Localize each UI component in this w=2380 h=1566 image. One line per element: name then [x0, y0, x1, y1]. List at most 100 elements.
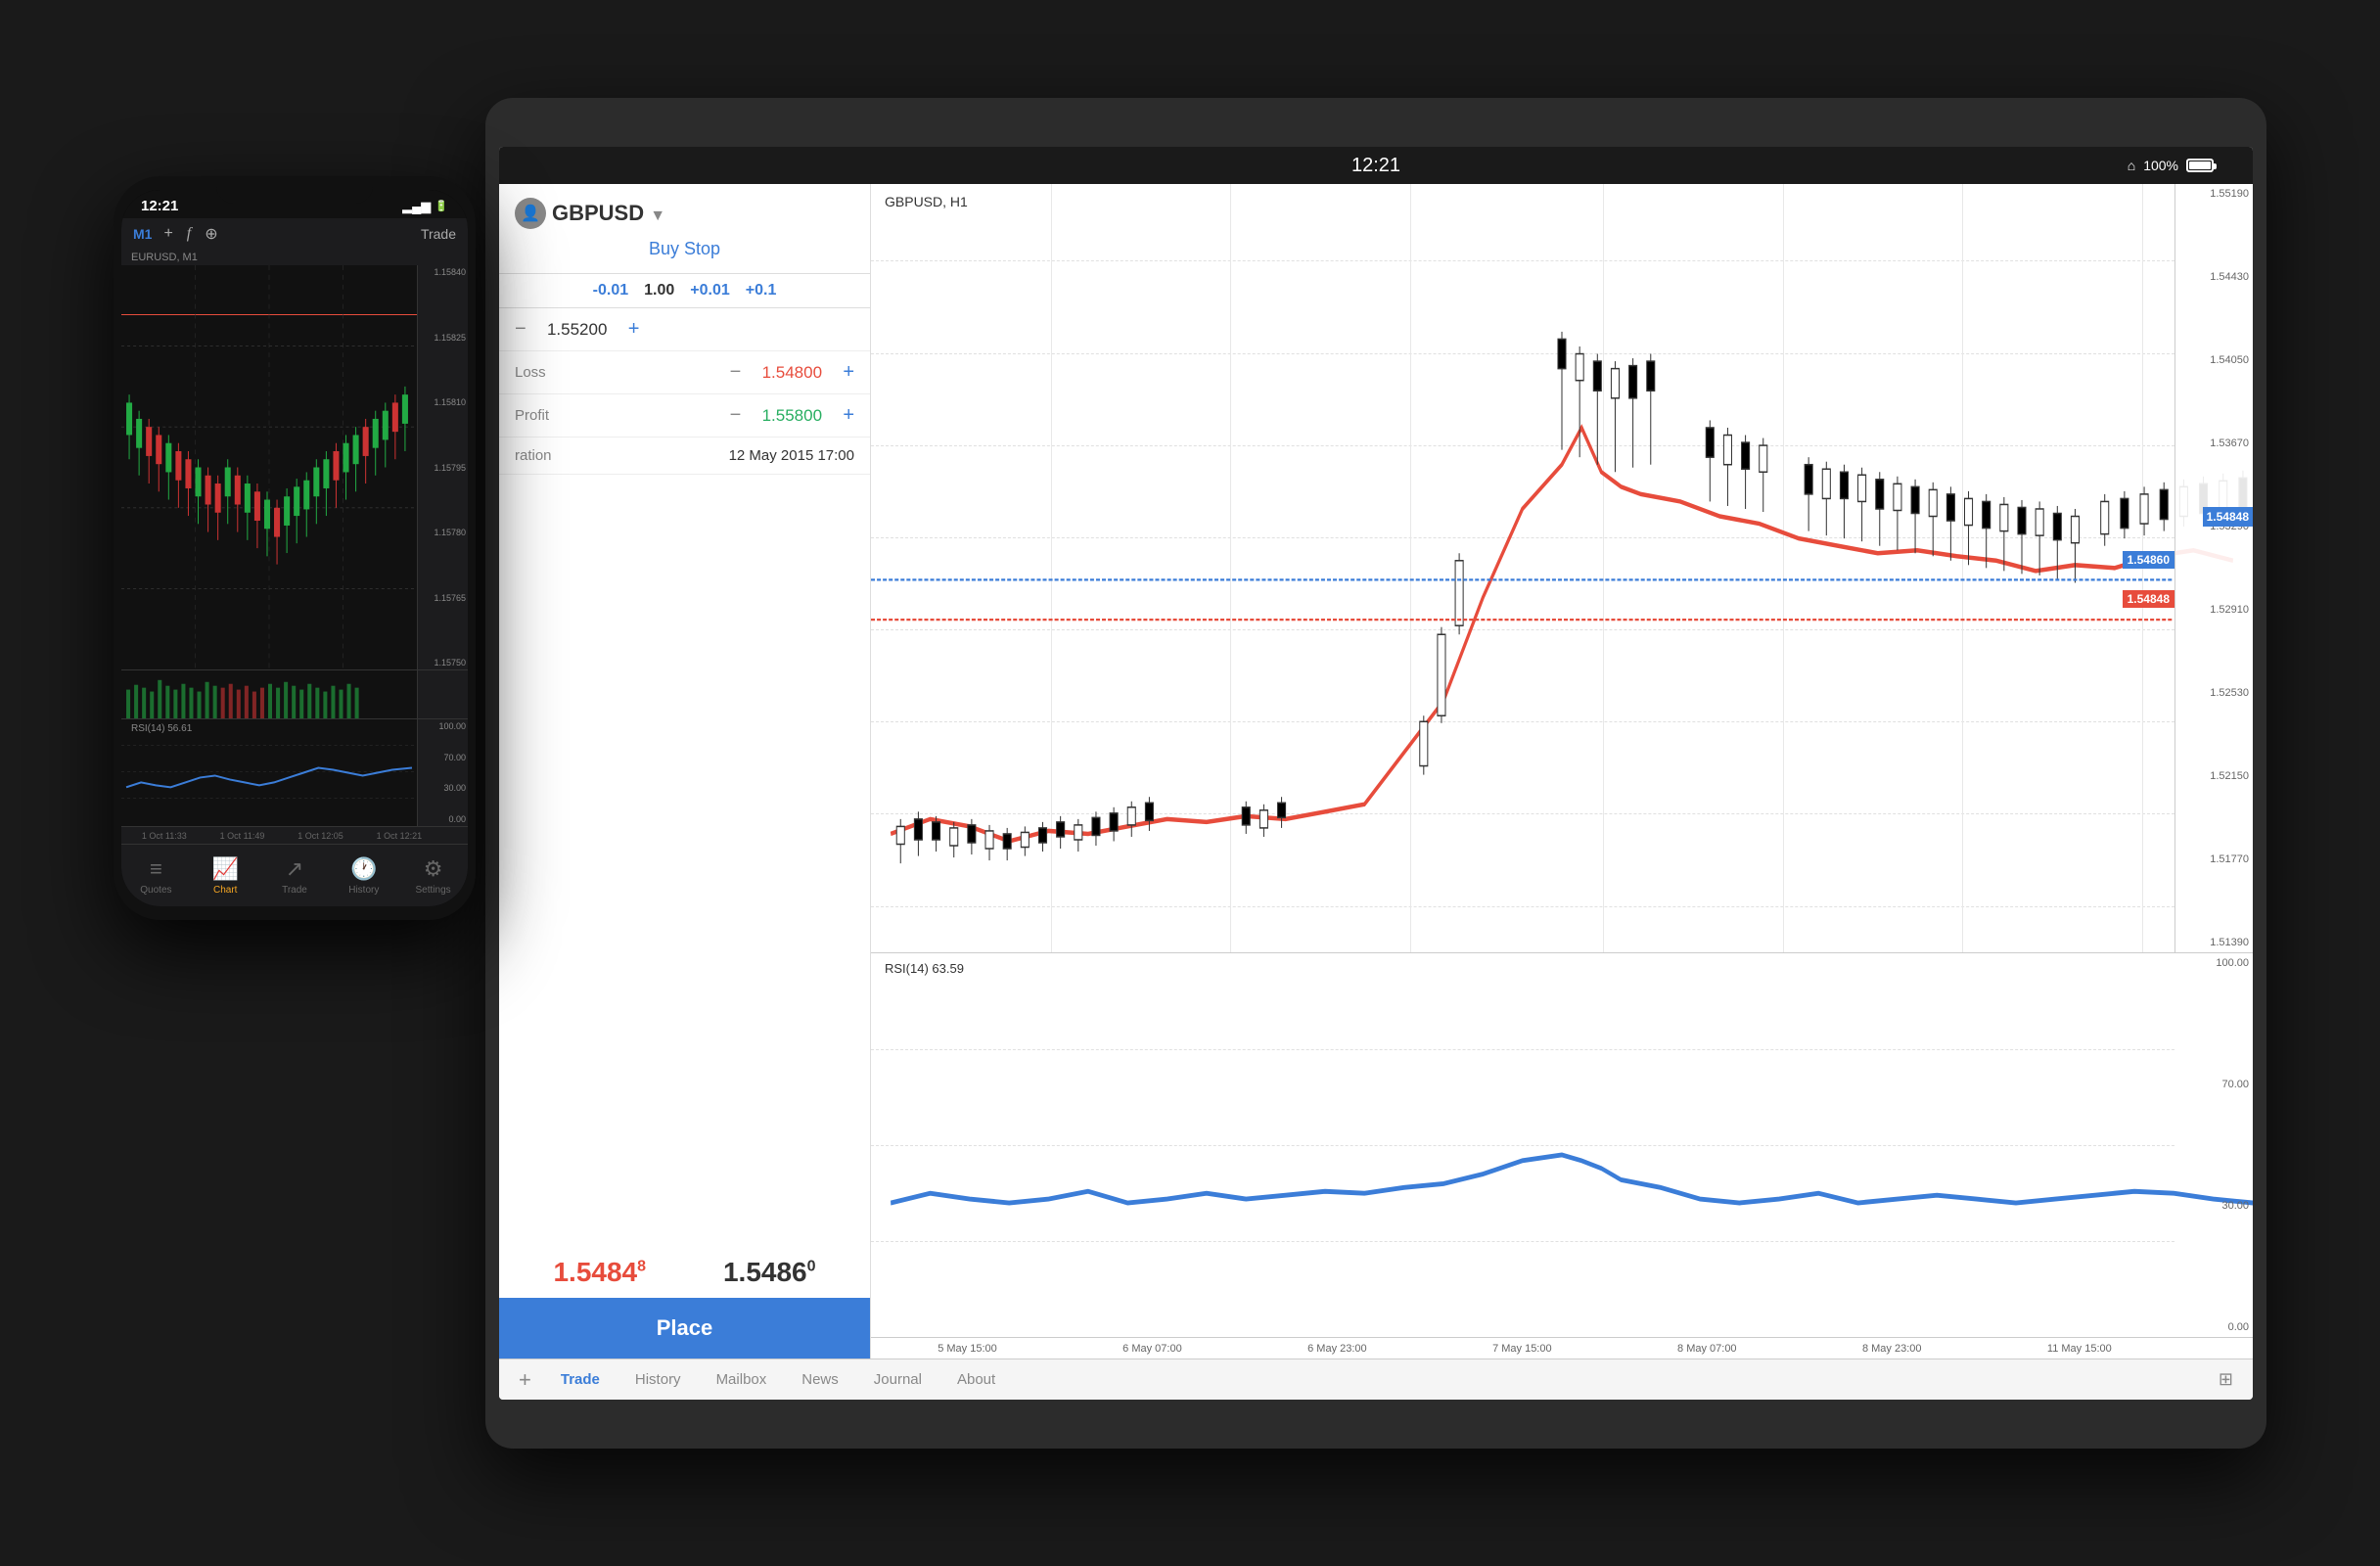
- chart-symbol-label: GBPUSD, H1: [885, 194, 968, 209]
- rsi-chart[interactable]: RSI(14) 63.59 100.00 70.00 30.00: [871, 953, 2253, 1337]
- time-tick-6: 8 May 23:00: [1862, 1343, 1922, 1355]
- candlestick-svg: [871, 184, 2253, 952]
- phone-volume-axis: [417, 670, 468, 718]
- candles-group: [896, 332, 2247, 863]
- tablet-bottom-tabs: + Trade History Mailbox News Journal Abo…: [499, 1359, 2253, 1400]
- tablet-layout-button[interactable]: ⊞: [2219, 1369, 2233, 1390]
- time-tick-1: 5 May 15:00: [938, 1343, 997, 1355]
- adj-minus-001[interactable]: -0.01: [593, 282, 628, 299]
- price-tick-8: 1.52150: [2179, 770, 2249, 782]
- order-row-expiry: ration 12 May 2015 17:00: [499, 438, 870, 475]
- phone-chart-svg: [121, 265, 417, 669]
- order-panel: 👤 GBPUSD ▼ Buy Stop -0.01 1.00 +0.01: [499, 184, 871, 1359]
- tablet-tab-journal[interactable]: Journal: [858, 1367, 938, 1392]
- phone-toolbar-icons: + f ⊕: [163, 224, 420, 244]
- history-icon: 🕐: [350, 856, 377, 882]
- battery-icon: [2186, 159, 2214, 172]
- phone-main-chart[interactable]: 1.15840 1.15825 1.15810 1.15795 1.15780 …: [121, 265, 468, 669]
- phone-tab-history-label: History: [348, 885, 379, 896]
- trade-icon: ↗: [286, 856, 303, 882]
- rsi-axis: 100.00 70.00 30.00 0.00: [2174, 953, 2253, 1337]
- main-chart[interactable]: GBPUSD, H1: [871, 184, 2253, 953]
- current-price-badge: 1.54848: [2203, 507, 2253, 527]
- battery-phone-icon: 🔋: [435, 200, 448, 212]
- phone-time-4: 1 Oct 12:21: [377, 831, 423, 841]
- order-row-profit: Profit − 1.55800 +: [499, 394, 870, 438]
- profit-label: Profit: [515, 407, 730, 424]
- rsi-70: 70.00: [420, 753, 466, 762]
- price-tick-6: 1.52910: [2179, 604, 2249, 616]
- time-tick-2: 6 May 07:00: [1122, 1343, 1182, 1355]
- phone-rsi-area: RSI(14) 56.61 100.00 70.00 30.00 0.00: [121, 718, 468, 826]
- chart-area: GBPUSD, H1: [871, 184, 2253, 1359]
- objects-icon[interactable]: ⊕: [205, 224, 217, 244]
- tablet-content: 👤 GBPUSD ▼ Buy Stop -0.01 1.00 +0.01: [499, 184, 2253, 1359]
- function-icon[interactable]: f: [187, 225, 191, 243]
- scene: 12:21 ⌂ 100% 👤: [114, 59, 2266, 1507]
- signal-bars-icon: ▂▄▆: [402, 199, 431, 214]
- rsi-0: 0.00: [420, 814, 466, 824]
- phone-time-3: 1 Oct 12:05: [298, 831, 343, 841]
- phone-notch: [216, 176, 373, 204]
- settings-icon: ⚙: [424, 856, 443, 882]
- phone: 12:21 ▂▄▆ 🔋 M1 + f ⊕ Trade EURUSD, M1: [114, 176, 476, 920]
- phone-tab-trade-label: Trade: [282, 885, 307, 896]
- phone-rsi-axis: 100.00 70.00 30.00 0.00: [417, 719, 468, 826]
- order-row-price: − 1.55200 +: [499, 308, 870, 351]
- adj-100[interactable]: 1.00: [644, 282, 674, 299]
- profit-plus[interactable]: +: [843, 404, 854, 427]
- tablet-tab-news[interactable]: News: [786, 1367, 854, 1392]
- tablet-tab-about[interactable]: About: [941, 1367, 1011, 1392]
- price-tick-2: 1.54430: [2179, 271, 2249, 283]
- price-tick-7: 1.52530: [2179, 687, 2249, 699]
- tablet-tab-history[interactable]: History: [619, 1367, 697, 1392]
- order-symbol-name: GBPUSD ▼: [552, 201, 665, 226]
- phone-trade-button[interactable]: Trade: [421, 226, 456, 242]
- rsi-30: 30.00: [420, 783, 466, 793]
- phone-tab-settings-label: Settings: [416, 885, 451, 896]
- order-price-sell: 1.54848: [515, 1257, 685, 1288]
- price-tick-4: 1.53670: [2179, 438, 2249, 449]
- loss-minus[interactable]: −: [730, 361, 742, 384]
- phone-tab-chart[interactable]: 📈 Chart: [191, 856, 260, 896]
- price-plus[interactable]: +: [628, 318, 640, 341]
- rsi-tick-100: 100.00: [2178, 957, 2249, 969]
- rsi-tick-30: 30.00: [2178, 1200, 2249, 1212]
- order-prices: 1.54848 1.54860: [499, 1247, 870, 1298]
- rsi-svg: [871, 953, 2253, 1337]
- phone-timeframe[interactable]: M1: [133, 226, 152, 242]
- adj-plus-01[interactable]: +0.1: [746, 282, 777, 299]
- phone-rsi-svg: [121, 719, 417, 826]
- rsi-tick-70: 70.00: [2178, 1079, 2249, 1090]
- phone-tab-trade[interactable]: ↗ Trade: [260, 856, 330, 896]
- time-axis: 5 May 15:00 6 May 07:00 6 May 23:00 7 Ma…: [871, 1337, 2253, 1359]
- order-type: Buy Stop: [515, 235, 854, 263]
- tablet-tab-mailbox[interactable]: Mailbox: [701, 1367, 783, 1392]
- order-row-loss: Loss − 1.54800 +: [499, 351, 870, 394]
- phone-price-2: 1.15825: [420, 333, 466, 343]
- place-button[interactable]: Place: [499, 1298, 870, 1359]
- red-price-badge: 1.54848: [2123, 590, 2174, 608]
- phone-chart-label: EURUSD, M1: [121, 250, 468, 265]
- profit-minus[interactable]: −: [730, 404, 742, 427]
- loss-plus[interactable]: +: [843, 361, 854, 384]
- loss-label: Loss: [515, 364, 730, 381]
- tablet-add-button[interactable]: +: [519, 1367, 531, 1393]
- tablet-tab-trade[interactable]: Trade: [545, 1367, 616, 1392]
- phone-tab-settings[interactable]: ⚙ Settings: [398, 856, 468, 896]
- profit-value: 1.55800: [753, 406, 831, 426]
- rsi-tick-0: 0.00: [2178, 1321, 2249, 1333]
- add-icon[interactable]: +: [163, 225, 172, 243]
- phone-price-6: 1.15765: [420, 593, 466, 603]
- phone-time-axis: 1 Oct 11:33 1 Oct 11:49 1 Oct 12:05 1 Oc…: [121, 826, 468, 844]
- price-minus[interactable]: −: [515, 318, 526, 341]
- phone-price-axis: 1.15840 1.15825 1.15810 1.15795 1.15780 …: [417, 265, 468, 669]
- loss-value: 1.54800: [753, 363, 831, 383]
- tablet-time: 12:21: [1351, 155, 1400, 177]
- blue-price-badge: 1.54860: [2123, 551, 2174, 569]
- phone-tab-quotes[interactable]: ≡ Quotes: [121, 856, 191, 896]
- phone-tab-history[interactable]: 🕐 History: [329, 856, 398, 896]
- adj-plus-001[interactable]: +0.01: [690, 282, 729, 299]
- price-tick-3: 1.54050: [2179, 354, 2249, 366]
- rsi-100: 100.00: [420, 721, 466, 731]
